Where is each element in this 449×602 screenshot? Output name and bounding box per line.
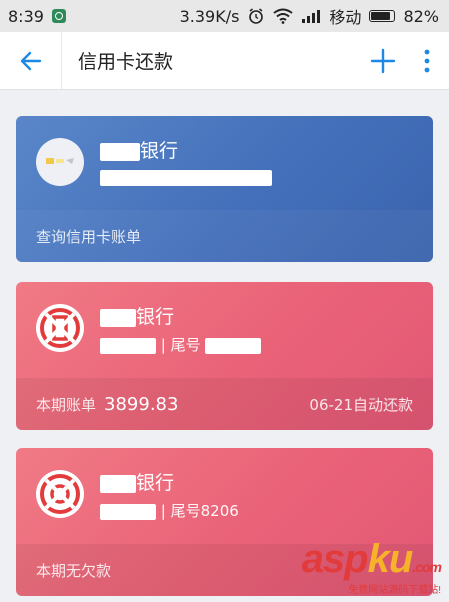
bank-name: 银行 [100, 468, 174, 495]
site-watermark: aspku.com 免费网站源码下载站! [301, 537, 442, 596]
add-card-button[interactable] [361, 32, 405, 90]
card-number: | 尾号8206 [100, 500, 239, 521]
auto-repay-date: 06-21自动还款 [309, 395, 413, 414]
bill-label: 本期账单 [36, 395, 97, 414]
query-bill-link[interactable]: 查询信用卡账单 [36, 226, 141, 247]
bank-name: 银行 [100, 136, 178, 163]
bank-name-label: 银行 [140, 140, 179, 162]
redacted-bank-prefix [100, 308, 136, 327]
bank-logo [36, 304, 84, 352]
plus-icon [370, 48, 396, 73]
app-bar: 信用卡还款 [0, 31, 449, 90]
card-number: | 尾号 [100, 334, 262, 355]
back-button[interactable] [0, 31, 62, 90]
wifi-icon [273, 8, 294, 24]
back-arrow-icon [20, 51, 41, 70]
redacted-card-info [100, 337, 156, 354]
redacted-bank-prefix [100, 474, 136, 493]
watermark-logo: aspku.com [301, 537, 442, 581]
credit-card-item[interactable]: 银行 | 尾号 本期账单 3899.83 06-21自动还款 [16, 282, 433, 430]
card-footer: 本期账单 3899.83 06-21自动还款 [16, 378, 433, 430]
notification-app-icon [51, 9, 66, 23]
status-time: 8:39 [8, 6, 44, 26]
battery-percent: 82% [403, 6, 439, 26]
battery-icon [369, 10, 396, 22]
more-options-button[interactable] [405, 32, 449, 90]
bill-summary: 本期账单 3899.83 [36, 394, 178, 415]
redacted-card-info [100, 169, 272, 186]
bill-amount: 3899.83 [104, 393, 179, 415]
bank-name: 银行 [100, 302, 174, 329]
watermark-subtitle: 免费网站源码下载站! [348, 585, 441, 596]
bank-logo-icon [46, 158, 74, 164]
card-tail-label: | 尾号 [160, 336, 201, 354]
page-title: 信用卡还款 [78, 51, 174, 73]
card-header: 银行 [16, 116, 433, 211]
card-header: 银行 | 尾号 [16, 282, 433, 377]
redacted-card-info [100, 503, 156, 520]
card-tail-label: | 尾号8206 [160, 502, 239, 520]
status-right: 3.39K/s 移动 82% [180, 4, 439, 28]
more-vert-icon [424, 49, 430, 72]
watermark-part-a: asp [301, 537, 369, 581]
signal-icon [302, 10, 321, 23]
network-speed: 3.39K/s [179, 6, 240, 26]
status-bar: 8:39 3.39K/s 移动 82% [0, 0, 449, 32]
alarm-icon [249, 8, 264, 24]
status-left: 8:39 [8, 7, 66, 26]
card-header: 银行 | 尾号8206 [16, 448, 433, 543]
card-footer: 查询信用卡账单 [16, 210, 433, 262]
bank-logo [36, 138, 84, 186]
watermark-suffix: .com [412, 559, 442, 575]
credit-card-item[interactable]: 银行 查询信用卡账单 [16, 116, 433, 262]
bank-logo-icon [40, 474, 80, 514]
watermark-part-b: ku [367, 537, 414, 581]
bill-status: 本期无欠款 [36, 561, 112, 580]
card-number [100, 168, 272, 186]
bank-name-label: 银行 [136, 472, 175, 494]
bank-name-label: 银行 [136, 306, 175, 328]
redacted-card-tail [205, 337, 262, 354]
bank-logo [36, 470, 84, 518]
redacted-bank-prefix [100, 142, 140, 161]
carrier-name: 移动 [329, 8, 362, 27]
bank-logo-icon [40, 308, 80, 348]
